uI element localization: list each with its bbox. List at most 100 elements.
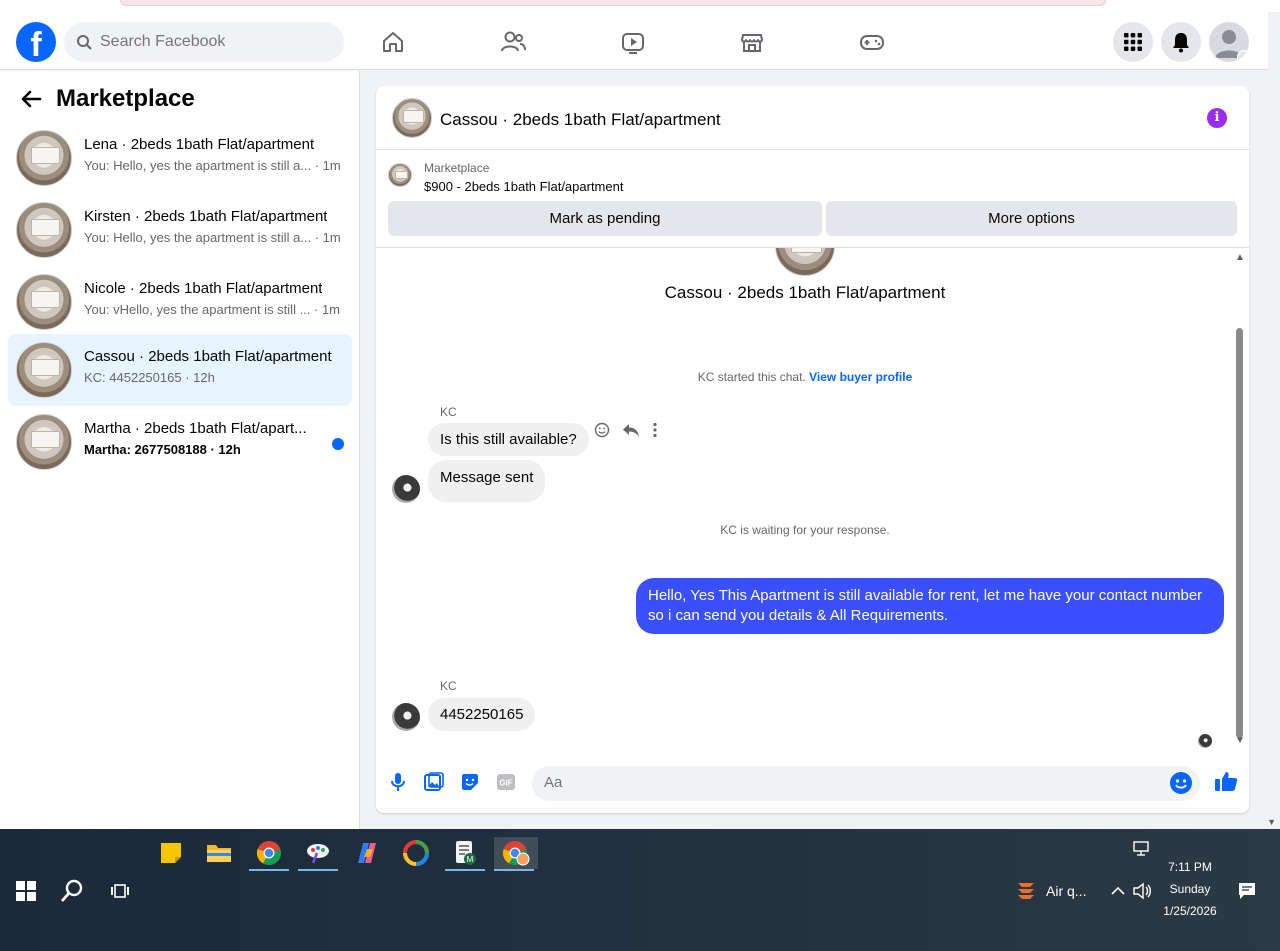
conversation-item-active[interactable]: Cassou · 2beds 1bath Flat/apartment KC: … <box>8 334 352 406</box>
conversation-name: Cassou · 2beds 1bath Flat/apartment <box>84 348 332 365</box>
sticker-icon[interactable] <box>458 770 482 794</box>
notepad-app-icon[interactable]: M <box>445 837 485 871</box>
svg-text:GIF: GIF <box>499 779 512 788</box>
message-thread: Cassou · 2beds 1bath Flat/apartment KC s… <box>376 248 1249 750</box>
more-options-button[interactable]: More options <box>826 201 1237 236</box>
conversation-name: Nicole · 2beds 1bath Flat/apartment <box>84 280 323 297</box>
outgoing-message[interactable]: Hello, Yes This Apartment is still avail… <box>636 578 1224 634</box>
taskbar-search-icon[interactable] <box>58 877 86 905</box>
message-actions <box>594 422 658 438</box>
message-input-box[interactable] <box>532 766 1200 801</box>
back-arrow-icon[interactable] <box>20 89 42 109</box>
search-input[interactable] <box>100 33 320 51</box>
clock-date[interactable]: 1/25/2026 <box>1158 904 1222 918</box>
home-icon[interactable] <box>377 26 409 58</box>
conversation-name: Lena · 2beds 1bath Flat/apartment <box>84 136 315 153</box>
page-scroll-down-icon[interactable]: ▼ <box>1267 817 1276 827</box>
microphone-icon[interactable] <box>386 770 410 794</box>
emoji-icon[interactable] <box>1170 772 1192 794</box>
scroll-down-icon[interactable]: ▼ <box>1235 735 1245 746</box>
search-box[interactable] <box>64 22 344 62</box>
info-icon[interactable]: i <box>1207 108 1227 128</box>
photo-icon[interactable] <box>422 770 446 794</box>
conversation-title: Cassou · 2beds 1bath Flat/apartment <box>664 283 946 302</box>
task-view-icon[interactable] <box>106 877 134 905</box>
scrollbar-thumb[interactable] <box>1236 328 1243 738</box>
volume-icon[interactable] <box>1128 877 1156 905</box>
message-scrollbar[interactable]: ▲ ▼ <box>1235 252 1245 746</box>
browser-bar-remnant <box>120 0 1106 6</box>
weather-text: Air q... <box>1046 883 1087 899</box>
chrome-profile-app-icon[interactable] <box>494 837 538 871</box>
grid-icon <box>1124 33 1142 51</box>
chat-panel: Cassou · 2beds 1bath Flat/apartment i Ma… <box>376 86 1249 813</box>
chrome-app-icon[interactable] <box>249 837 289 871</box>
gaming-icon[interactable] <box>856 26 888 58</box>
clock-time[interactable]: 7:11 PM <box>1158 860 1222 874</box>
listing-thumbnail <box>16 274 72 330</box>
notifications-center-icon[interactable] <box>1233 877 1261 905</box>
conversation-list-panel: Marketplace Lena · 2beds 1bath Flat/apar… <box>0 71 360 829</box>
scroll-up-icon[interactable]: ▲ <box>1235 252 1245 263</box>
video-icon[interactable] <box>617 26 649 58</box>
view-buyer-profile-link[interactable]: View buyer profile <box>809 370 912 384</box>
windows-start-icon[interactable] <box>12 877 40 905</box>
conversation-snippet: You: vHello, yes the apartment is still … <box>84 302 341 317</box>
copilot-app-icon[interactable] <box>347 837 387 869</box>
file-explorer-app-icon[interactable] <box>199 837 239 869</box>
reply-icon[interactable] <box>622 422 640 438</box>
listing-thumbnail[interactable] <box>388 163 412 187</box>
sender-avatar[interactable] <box>392 703 420 731</box>
message-composer: GIF <box>376 750 1249 813</box>
account-chevron-icon[interactable]: ⌄ <box>1237 50 1249 62</box>
waiting-notice: KC is waiting for your response. <box>720 523 890 537</box>
conversation-item[interactable]: Nicole · 2beds 1bath Flat/apartment You:… <box>8 266 352 338</box>
search-icon <box>77 35 92 50</box>
paint-app-icon[interactable] <box>298 837 338 871</box>
notifications-button[interactable] <box>1161 22 1201 62</box>
conversation-name: Martha · 2beds 1bath Flat/apart... <box>84 420 307 437</box>
read-receipt-avatar <box>1198 734 1212 748</box>
listing-thumbnail <box>16 130 72 186</box>
chat-thumbnail[interactable] <box>392 98 432 138</box>
react-emoji-icon[interactable] <box>594 422 610 438</box>
conversation-item[interactable]: Lena · 2beds 1bath Flat/apartment You: H… <box>8 122 352 194</box>
weather-widget[interactable]: Air q... <box>1014 877 1094 905</box>
browser-top-strip <box>0 0 1280 12</box>
listing-label: Marketplace <box>424 161 490 175</box>
listing-thumbnail <box>16 414 72 470</box>
incoming-message[interactable]: Message sent <box>428 460 546 502</box>
unread-dot-icon <box>332 438 344 450</box>
sender-avatar[interactable] <box>392 475 420 503</box>
more-vertical-icon[interactable] <box>652 422 658 438</box>
conversation-item[interactable]: Kirsten · 2beds 1bath Flat/apartment You… <box>8 194 352 266</box>
conversation-item[interactable]: Martha · 2beds 1bath Flat/apart... Marth… <box>8 406 352 478</box>
network-desktop-icon[interactable] <box>1124 833 1160 865</box>
mark-as-pending-button[interactable]: Mark as pending <box>388 201 822 236</box>
incoming-message[interactable]: Is this still available? <box>428 423 589 456</box>
air-quality-icon <box>1018 883 1034 899</box>
conversation-snippet: You: Hello, yes the apartment is still a… <box>84 230 341 245</box>
menu-grid-button[interactable] <box>1113 22 1153 62</box>
like-thumb-icon[interactable] <box>1214 770 1238 797</box>
bell-icon <box>1173 33 1189 53</box>
incoming-message[interactable]: 4452250165 <box>428 698 536 731</box>
listing-thumbnail <box>16 202 72 258</box>
sticky-notes-app-icon[interactable] <box>151 837 191 869</box>
marketplace-header: Marketplace <box>20 85 195 113</box>
marketplace-icon[interactable] <box>736 26 768 58</box>
conversation-snippet: You: Hello, yes the apartment is still a… <box>84 158 341 173</box>
message-input[interactable] <box>544 774 1144 791</box>
listing-price[interactable]: $900 - 2beds 1bath Flat/apartment <box>424 179 623 194</box>
gif-icon[interactable]: GIF <box>494 770 518 794</box>
top-navbar: f ⌄ <box>0 12 1268 70</box>
chat-title[interactable]: Cassou · 2beds 1bath Flat/apartment <box>440 110 721 130</box>
friends-icon[interactable] <box>497 26 529 58</box>
conversation-snippet: Martha: 2677508188 · 12h <box>84 442 241 457</box>
page-title: Marketplace <box>56 85 195 112</box>
facebook-logo-icon[interactable]: f <box>16 22 56 62</box>
photos-app-icon[interactable] <box>396 837 436 869</box>
clock-day[interactable]: Sunday <box>1158 882 1222 896</box>
profile-avatar[interactable]: ⌄ <box>1209 22 1249 62</box>
chat-header: Cassou · 2beds 1bath Flat/apartment i <box>376 86 1249 150</box>
